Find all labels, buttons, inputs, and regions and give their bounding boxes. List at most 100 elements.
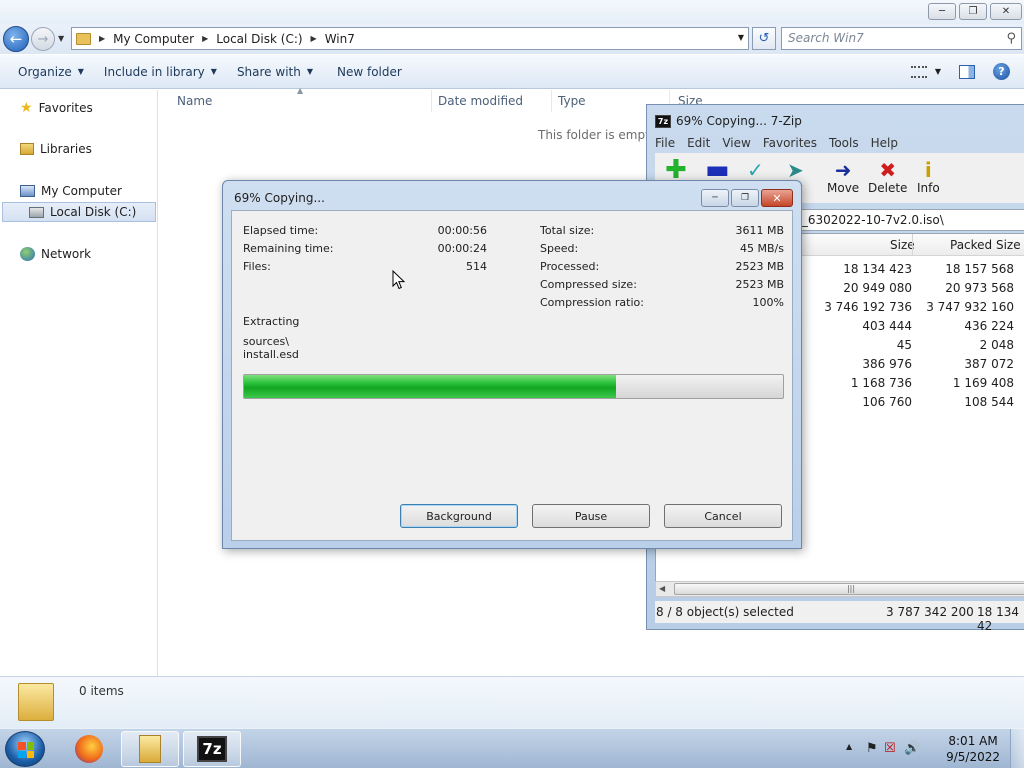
- nav-my-computer[interactable]: My Computer: [20, 184, 122, 198]
- nav-libraries[interactable]: Libraries: [20, 142, 92, 156]
- column-packed-size[interactable]: Packed Size: [950, 238, 1021, 252]
- column-date-modified[interactable]: Date modified: [438, 94, 523, 108]
- total-size-value: 3611 MB: [735, 224, 784, 237]
- start-button[interactable]: [5, 731, 45, 767]
- dialog-maximize-button[interactable]: ❐: [731, 189, 759, 207]
- dialog-close-button[interactable]: ✕: [761, 189, 793, 207]
- maximize-button[interactable]: ❐: [959, 3, 987, 20]
- new-folder-button[interactable]: New folder: [327, 65, 412, 79]
- taskbar-7zip[interactable]: 7z: [183, 731, 241, 767]
- compressed-size-value: 2523 MB: [735, 278, 784, 291]
- chevron-down-icon: ▼: [210, 67, 217, 76]
- horizontal-scrollbar[interactable]: ◀ |||: [655, 581, 1024, 597]
- change-view-button[interactable]: ▼: [910, 65, 941, 78]
- chevron-right-icon[interactable]: ▶: [202, 34, 208, 43]
- new-folder-label: New folder: [337, 64, 402, 79]
- scroll-left-icon[interactable]: ◀: [659, 584, 665, 593]
- row-packed-size: 20 973 568: [945, 281, 1014, 295]
- network-icon: [20, 247, 35, 261]
- breadcrumb-my-computer[interactable]: My Computer: [113, 32, 194, 46]
- move-label: Move: [827, 181, 860, 195]
- address-bar[interactable]: ▶ My Computer ▶ Local Disk (C:) ▶ Win7 ▼: [71, 27, 749, 50]
- explorer-caption-bar[interactable]: ─ ❐ ✕: [0, 0, 1024, 24]
- extract-button[interactable]: ▬: [705, 155, 730, 185]
- organize-menu[interactable]: Organize ▼: [8, 65, 94, 79]
- nav-local-disk[interactable]: Local Disk (C:): [2, 202, 156, 222]
- menu-edit[interactable]: Edit: [687, 136, 710, 150]
- row-packed-size: 436 224: [964, 319, 1014, 333]
- scrollbar-thumb[interactable]: |||: [674, 583, 1024, 595]
- nav-favorites[interactable]: ★ Favorites: [20, 100, 93, 116]
- minus-icon: ▬: [705, 155, 730, 185]
- show-hidden-icons-icon[interactable]: ▲: [846, 742, 852, 751]
- chevron-right-icon[interactable]: ▶: [311, 34, 317, 43]
- search-placeholder: Search Win7: [788, 31, 864, 45]
- action-center-flag-icon[interactable]: ⚑: [866, 741, 882, 757]
- clock[interactable]: 8:01 AM 9/5/2022: [946, 733, 1000, 765]
- back-button[interactable]: ←: [3, 26, 29, 52]
- speed-label: Speed:: [540, 242, 579, 255]
- info-icon: i: [924, 158, 932, 182]
- taskbar-explorer[interactable]: [121, 731, 179, 767]
- show-desktop-button[interactable]: [1010, 729, 1024, 768]
- elapsed-time-value: 00:00:56: [437, 224, 487, 237]
- menu-file[interactable]: File: [655, 136, 675, 150]
- windows-logo-icon: [18, 742, 34, 758]
- forward-button[interactable]: →: [31, 27, 55, 51]
- clock-time: 8:01 AM: [948, 734, 998, 748]
- remaining-time-label: Remaining time:: [243, 242, 334, 255]
- delete-button[interactable]: ✖ Delete: [868, 159, 907, 195]
- include-in-library-menu[interactable]: Include in library ▼: [94, 65, 227, 79]
- pause-button[interactable]: Pause: [532, 504, 650, 528]
- dialog-title: 69% Copying...: [234, 191, 325, 205]
- search-input[interactable]: Search Win7 ⚲: [781, 27, 1022, 50]
- preview-pane-icon[interactable]: [959, 64, 975, 79]
- background-button[interactable]: Background: [400, 504, 518, 528]
- row-packed-size: 387 072: [964, 357, 1014, 371]
- refresh-button[interactable]: ↺: [752, 27, 776, 50]
- row-size: 1 168 736: [850, 376, 912, 390]
- current-file: install.esd: [243, 348, 299, 361]
- progress-bar: [243, 374, 784, 399]
- breadcrumb-local-disk[interactable]: Local Disk (C:): [216, 32, 302, 46]
- cancel-button[interactable]: Cancel: [664, 504, 782, 528]
- row-packed-size: 18 157 568: [945, 262, 1014, 276]
- minimize-button[interactable]: ─: [928, 3, 956, 20]
- add-button[interactable]: ✚: [665, 157, 687, 183]
- menu-help[interactable]: Help: [871, 136, 898, 150]
- chevron-down-icon: ▼: [306, 67, 313, 76]
- column-size[interactable]: Size: [890, 238, 915, 252]
- column-divider[interactable]: [551, 90, 552, 112]
- column-name[interactable]: Name: [177, 94, 212, 108]
- column-divider[interactable]: [431, 90, 432, 112]
- info-button[interactable]: i Info: [917, 159, 940, 195]
- menu-view[interactable]: View: [722, 136, 750, 150]
- help-icon[interactable]: ?: [993, 63, 1010, 80]
- move-button[interactable]: ➜ Move: [827, 159, 859, 195]
- column-divider[interactable]: [912, 234, 913, 255]
- search-icon[interactable]: ⚲: [1006, 31, 1016, 46]
- total-size-label: Total size:: [540, 224, 595, 237]
- library-icon: [20, 143, 34, 155]
- menu-favorites[interactable]: Favorites: [763, 136, 817, 150]
- copy-progress-dialog[interactable]: 69% Copying... ─ ❐ ✕ Elapsed time: 00:00…: [222, 180, 802, 549]
- recent-pages-dropdown[interactable]: ▼: [58, 34, 64, 43]
- 7zip-logo-icon: 7z: [655, 114, 671, 128]
- volume-icon[interactable]: 🔊: [904, 741, 920, 757]
- nav-network-label: Network: [41, 247, 92, 261]
- chevron-down-icon[interactable]: ▼: [738, 33, 744, 42]
- chevron-right-icon[interactable]: ▶: [99, 34, 105, 43]
- breadcrumb-win7[interactable]: Win7: [325, 32, 355, 46]
- network-disconnected-icon[interactable]: ☒: [884, 741, 900, 757]
- share-with-menu[interactable]: Share with ▼: [227, 65, 323, 79]
- menu-tools[interactable]: Tools: [829, 136, 859, 150]
- test-button[interactable]: ✓: [747, 159, 764, 181]
- taskbar-firefox[interactable]: [60, 731, 118, 767]
- nav-network[interactable]: Network: [20, 247, 91, 261]
- dialog-minimize-button[interactable]: ─: [701, 189, 729, 207]
- close-button[interactable]: ✕: [990, 3, 1022, 20]
- column-type[interactable]: Type: [558, 94, 586, 108]
- processed-value: 2523 MB: [735, 260, 784, 273]
- navigation-pane: ★ Favorites Libraries My Computer Local …: [0, 90, 158, 676]
- sevenzip-title-bar[interactable]: 7z 69% Copying... 7-Zip: [655, 114, 802, 128]
